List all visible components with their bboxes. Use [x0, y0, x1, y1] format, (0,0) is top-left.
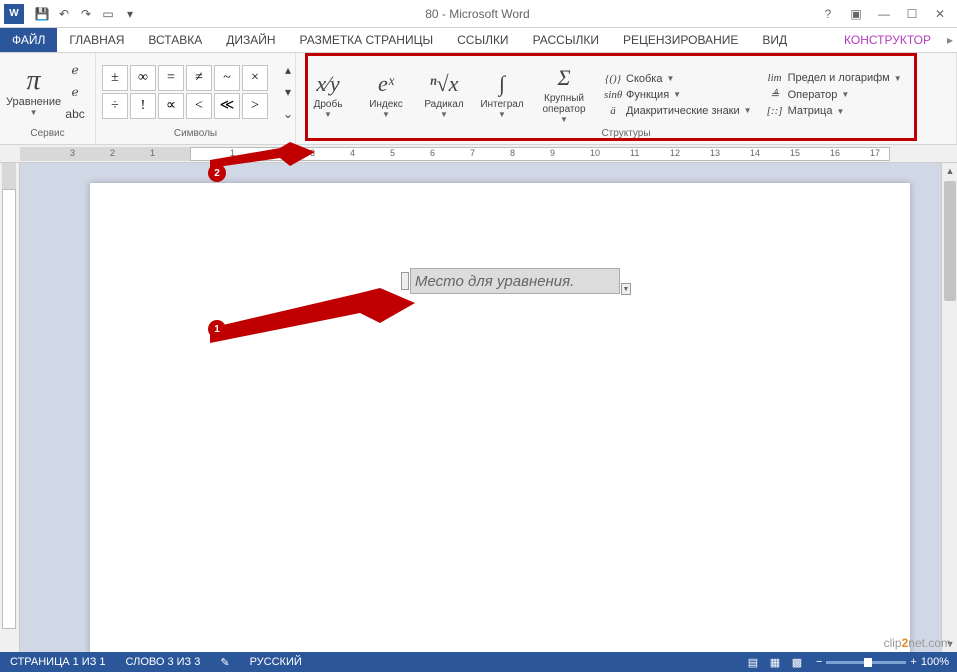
normal-text-icon[interactable]: abc: [65, 104, 85, 124]
status-language[interactable]: РУССКИЙ: [240, 656, 312, 668]
statusbar: СТРАНИЦА 1 ИЗ 1 СЛОВО 3 ИЗ 3 ✎ РУССКИЙ ▤…: [0, 652, 957, 672]
symbol-cell[interactable]: =: [158, 65, 184, 91]
linear-icon[interactable]: ℯ: [65, 82, 85, 102]
symbol-cell[interactable]: >: [242, 93, 268, 119]
symbol-cell[interactable]: !: [130, 93, 156, 119]
scroll-thumb[interactable]: [944, 181, 956, 301]
zoom-value[interactable]: 100%: [921, 656, 949, 668]
view-print-icon[interactable]: ▦: [764, 652, 786, 672]
scrollbar-vertical[interactable]: ▲ ▼: [941, 163, 957, 652]
symbol-cell[interactable]: ×: [242, 65, 268, 91]
integral-button[interactable]: ∫ Интеграл ▼: [476, 69, 528, 119]
group-symbols: ± ∞ = ≠ ~ × ÷ ! ∝ < ≪ > ▴ ▾ ⌄ Символы: [96, 53, 296, 144]
symbol-gallery: ± ∞ = ≠ ~ × ÷ ! ∝ < ≪ >: [102, 65, 268, 119]
gallery-more-icon[interactable]: ⌄: [278, 104, 298, 124]
equation-move-handle[interactable]: [401, 272, 409, 290]
tab-constructor[interactable]: КОНСТРУКТОР: [832, 28, 943, 52]
callout-badge-1: 1: [208, 320, 226, 338]
maximize-button[interactable]: ☐: [899, 4, 925, 24]
zoom-control[interactable]: − + 100%: [808, 656, 957, 668]
fraction-button[interactable]: x⁄y Дробь ▼: [302, 69, 354, 119]
quick-access-toolbar: 💾 ↶ ↷ ▭ ▾: [28, 4, 140, 24]
callout-badge-2: 2: [208, 164, 226, 182]
ribbon-tabs: ФАЙЛ ГЛАВНАЯ ВСТАВКА ДИЗАЙН РАЗМЕТКА СТР…: [0, 28, 957, 53]
symbol-cell[interactable]: ∝: [158, 93, 184, 119]
chevron-down-icon: ▼: [324, 110, 332, 119]
accent-button[interactable]: äДиакритические знаки▼: [600, 104, 756, 118]
symbol-cell[interactable]: ÷: [102, 93, 128, 119]
large-operator-button[interactable]: Σ Крупный оператор ▼: [534, 63, 594, 124]
ribbon-options-icon[interactable]: ▣: [843, 4, 869, 24]
zoom-in-icon[interactable]: +: [910, 656, 916, 668]
redo-icon[interactable]: ↷: [76, 4, 96, 24]
chevron-down-icon: ▼: [440, 110, 448, 119]
chevron-down-icon: ▼: [30, 108, 38, 117]
minimize-button[interactable]: —: [871, 4, 897, 24]
page[interactable]: Место для уравнения. ▼: [90, 183, 910, 652]
close-button[interactable]: ✕: [927, 4, 953, 24]
work-area: Место для уравнения. ▼ ▲ ▼: [0, 163, 957, 652]
tab-file[interactable]: ФАЙЛ: [0, 28, 57, 52]
symbol-cell[interactable]: <: [186, 93, 212, 119]
window-controls: ? ▣ — ☐ ✕: [815, 4, 957, 24]
status-proofing-icon[interactable]: ✎: [210, 656, 239, 669]
ribbon: π Уравнение ▼ ℯ ℯ abc Сервис ± ∞ = ≠ ~ ×…: [0, 53, 957, 145]
bracket-button[interactable]: {()}Скобка▼: [600, 72, 756, 86]
tabs-overflow-icon[interactable]: ▸: [943, 28, 957, 52]
equation-options-dropdown[interactable]: ▼: [621, 283, 631, 295]
symbol-cell[interactable]: ≠: [186, 65, 212, 91]
matrix-button[interactable]: [::]Матрица▼: [762, 104, 906, 118]
zoom-out-icon[interactable]: −: [816, 656, 822, 668]
symbol-cell[interactable]: ∞: [130, 65, 156, 91]
undo-icon[interactable]: ↶: [54, 4, 74, 24]
equation-button[interactable]: π Уравнение ▼: [6, 66, 61, 117]
group-structures: x⁄y Дробь ▼ eˣ Индекс ▼ ⁿ√x Радикал ▼ ∫ …: [296, 53, 957, 144]
qat-dropdown-icon[interactable]: ▾: [120, 4, 140, 24]
view-read-icon[interactable]: ▤: [742, 652, 764, 672]
group-service: π Уравнение ▼ ℯ ℯ abc Сервис: [0, 53, 96, 144]
service-tools: ℯ ℯ abc: [61, 58, 89, 126]
status-page[interactable]: СТРАНИЦА 1 ИЗ 1: [0, 656, 116, 668]
tab-design[interactable]: ДИЗАЙН: [214, 28, 287, 52]
titlebar: W 💾 ↶ ↷ ▭ ▾ 80 - Microsoft Word ? ▣ — ☐ …: [0, 0, 957, 28]
tab-references[interactable]: ССЫЛКИ: [445, 28, 520, 52]
symbol-cell[interactable]: ~: [214, 65, 240, 91]
help-icon[interactable]: ?: [815, 4, 841, 24]
gallery-up-icon[interactable]: ▴: [278, 60, 298, 80]
tab-view[interactable]: ВИД: [750, 28, 799, 52]
ruler-horizontal[interactable]: 3 2 1 1 2 3 4 5 6 7 8 9 10 11 12 13 14 1…: [0, 145, 957, 163]
symbol-cell[interactable]: ±: [102, 65, 128, 91]
limit-log-button[interactable]: limПредел и логарифм▼: [762, 71, 906, 85]
structures-list-col1: {()}Скобка▼ sinθФункция▼ äДиакритические…: [600, 70, 756, 118]
tab-home[interactable]: ГЛАВНАЯ: [57, 28, 136, 52]
operator-button[interactable]: ≜Оператор▼: [762, 87, 906, 102]
pi-icon: π: [27, 66, 41, 96]
touch-icon[interactable]: ▭: [98, 4, 118, 24]
function-button[interactable]: sinθФункция▼: [600, 88, 756, 102]
professional-icon[interactable]: ℯ: [65, 60, 85, 80]
tab-layout[interactable]: РАЗМЕТКА СТРАНИЦЫ: [288, 28, 446, 52]
tab-mailings[interactable]: РАССЫЛКИ: [521, 28, 611, 52]
save-icon[interactable]: 💾: [32, 4, 52, 24]
symbol-cell[interactable]: ≪: [214, 93, 240, 119]
status-words[interactable]: СЛОВО 3 ИЗ 3: [116, 656, 211, 668]
ruler-vertical[interactable]: [0, 163, 20, 652]
zoom-slider[interactable]: [826, 661, 906, 664]
radical-button[interactable]: ⁿ√x Радикал ▼: [418, 69, 470, 119]
chevron-down-icon: ▼: [382, 110, 390, 119]
scroll-up-icon[interactable]: ▲: [942, 163, 957, 179]
structures-list-col2: limПредел и логарифм▼ ≜Оператор▼ [::]Мат…: [762, 69, 906, 118]
view-web-icon[interactable]: ▩: [786, 652, 808, 672]
watermark: clip2net.com: [884, 636, 951, 650]
chevron-down-icon: ▼: [560, 115, 568, 124]
script-button[interactable]: eˣ Индекс ▼: [360, 69, 412, 119]
app-icon: W: [4, 4, 24, 24]
equation-placeholder[interactable]: Место для уравнения. ▼: [410, 268, 620, 294]
window-title: 80 - Microsoft Word: [140, 7, 815, 21]
chevron-down-icon: ▼: [498, 110, 506, 119]
gallery-down-icon[interactable]: ▾: [278, 82, 298, 102]
tab-insert[interactable]: ВСТАВКА: [136, 28, 214, 52]
tab-review[interactable]: РЕЦЕНЗИРОВАНИЕ: [611, 28, 750, 52]
document-viewport[interactable]: Место для уравнения. ▼: [20, 163, 941, 652]
